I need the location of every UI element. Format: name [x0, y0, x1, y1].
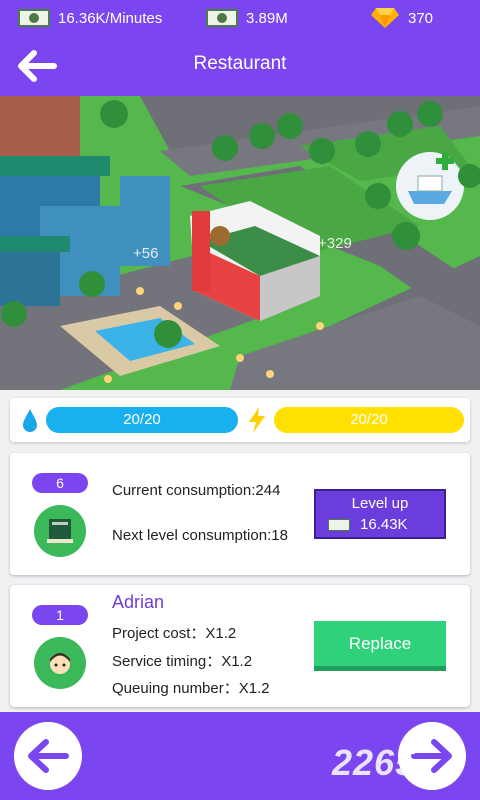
cash-bill-icon: [206, 9, 238, 27]
gem-total-value: 370: [408, 9, 434, 27]
level-up-button[interactable]: Level up 16.43K: [314, 489, 446, 539]
city-map[interactable]: +329 +56: [0, 96, 480, 390]
facility-card: 6 Current consumption:244 Next level con…: [10, 453, 470, 575]
staff-card: 1 Adrian Project cost：X1.2 Service timin…: [10, 585, 470, 707]
next-level-consumption: Next level consumption:18: [112, 527, 288, 544]
income-rate: 16.36K/Minutes: [18, 7, 162, 29]
bottom-nav: 2265: [0, 712, 480, 800]
cash-total: 3.89M: [206, 7, 288, 29]
page-title: Restaurant: [193, 53, 287, 74]
project-cost: Project cost：X1.2: [112, 625, 237, 642]
staff-face-icon: [50, 653, 70, 674]
level-up-label: Level up: [351, 495, 409, 512]
facility-level-badge: 6: [32, 473, 88, 493]
cash-bill-icon: [328, 518, 350, 531]
floating-income-label: +329: [318, 235, 352, 252]
water-bar: 20/20: [46, 407, 238, 433]
counter-icon: [47, 519, 73, 543]
income-rate-value: 16.36K/Minutes: [58, 9, 163, 27]
current-consumption: Current consumption:244: [112, 482, 281, 499]
cash-total-value: 3.89M: [246, 9, 288, 27]
floating-income-label: +56: [133, 245, 158, 262]
arrow-left-icon: [28, 739, 69, 773]
lightning-icon: [249, 407, 265, 433]
gem-total: 370: [370, 7, 433, 29]
staff-avatar: [34, 637, 86, 689]
header: Restaurant: [0, 36, 480, 96]
gem-icon: [371, 8, 399, 28]
watermark: 2265: [332, 742, 417, 783]
staff-name: Adrian: [112, 592, 165, 612]
service-timing: Service timing：X1.2: [112, 653, 253, 670]
previous-button[interactable]: [14, 722, 82, 790]
currency-bar: 16.36K/Minutes 3.89M 370: [0, 0, 480, 36]
level-up-cost: 16.43K: [328, 516, 408, 533]
queuing-number: Queuing number：X1.2: [112, 680, 270, 697]
replace-button[interactable]: Replace: [314, 621, 446, 671]
facility-avatar: [34, 505, 86, 557]
staff-level-badge: 1: [32, 605, 88, 625]
city-map-illustration: +329 +56: [0, 96, 480, 390]
energy-bar: 20/20: [274, 407, 464, 433]
level-up-cost-value: 16.43K: [360, 516, 408, 533]
water-drop-icon: [23, 409, 37, 432]
cash-bill-icon: [18, 9, 50, 27]
resource-stats: 20/20 20/20: [10, 398, 470, 442]
